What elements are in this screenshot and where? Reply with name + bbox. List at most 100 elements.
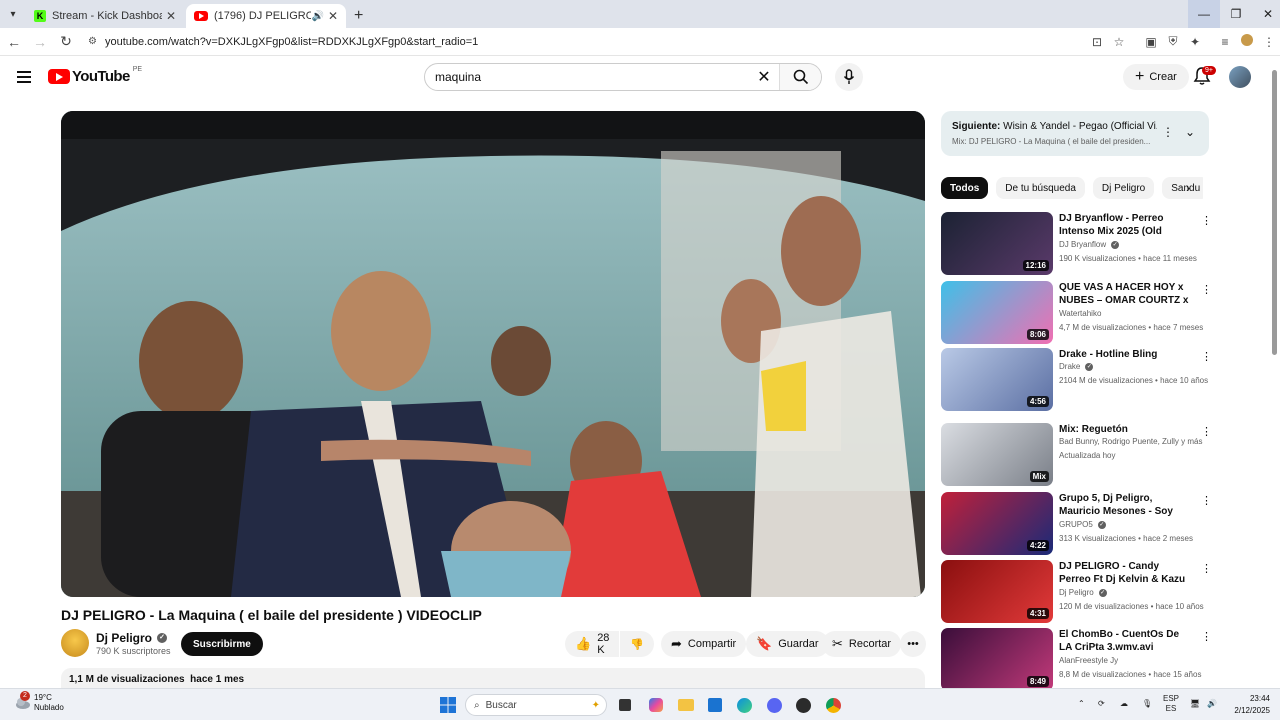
chevron-right-icon[interactable]: › bbox=[1186, 181, 1190, 195]
more-vertical-icon[interactable]: ⋮ bbox=[1162, 125, 1174, 139]
discord-icon[interactable] bbox=[764, 695, 784, 715]
recommendation-title[interactable]: El ChomBo - CuentOs De LA CriPta 3.wmv.a… bbox=[1059, 628, 1191, 654]
onedrive-cloud-icon[interactable]: ☁ bbox=[1120, 699, 1128, 708]
recommendation-title[interactable]: DJ PELIGRO - Candy Perreo Ft Dj Kelvin &… bbox=[1059, 560, 1191, 587]
recommendation-item[interactable]: 8:06 QUE VAS A HACER HOY x NUBES – OMAR C… bbox=[941, 281, 1212, 345]
channel-name-row[interactable]: Dj Peligro ✓ bbox=[96, 631, 168, 645]
start-button[interactable] bbox=[438, 695, 458, 715]
more-vertical-icon[interactable]: ⋮ bbox=[1201, 494, 1212, 507]
youtube-logo[interactable]: YouTube PE bbox=[48, 66, 142, 85]
video-thumbnail[interactable]: 8:49 bbox=[941, 628, 1053, 691]
recommendation-item[interactable]: 4:31 DJ PELIGRO - Candy Perreo Ft Dj Kelv… bbox=[941, 560, 1212, 624]
microphone-tray-icon[interactable]: 🎙 bbox=[1142, 699, 1152, 708]
reading-list-icon[interactable]: ≡ bbox=[1214, 35, 1236, 49]
sync-icon[interactable]: ⟳ bbox=[1098, 699, 1105, 708]
minimize-button[interactable]: — bbox=[1188, 0, 1220, 28]
obs-icon[interactable] bbox=[793, 695, 813, 715]
recommendation-channel[interactable]: Watertahiko bbox=[1059, 309, 1101, 318]
clear-search-icon[interactable]: ✕ bbox=[749, 67, 779, 87]
bookmark-star-icon[interactable]: ☆ bbox=[1108, 35, 1130, 49]
chip-search-related[interactable]: De tu búsqueda bbox=[996, 177, 1085, 199]
video-player[interactable] bbox=[61, 111, 925, 597]
file-explorer-icon[interactable] bbox=[676, 695, 696, 715]
voice-search-button[interactable] bbox=[835, 63, 863, 91]
more-vertical-icon[interactable]: ⋮ bbox=[1201, 425, 1212, 438]
more-vertical-icon[interactable]: ⋮ bbox=[1201, 283, 1212, 296]
chevron-down-icon[interactable]: ⌄ bbox=[1185, 125, 1195, 139]
video-thumbnail[interactable]: 12:16 bbox=[941, 212, 1053, 275]
task-view-icon[interactable] bbox=[615, 695, 635, 715]
back-button[interactable]: ← bbox=[2, 34, 26, 50]
microsoft-store-icon[interactable] bbox=[705, 695, 725, 715]
like-button[interactable]: 👍 28 K bbox=[565, 631, 619, 657]
channel-name[interactable]: Dj Peligro bbox=[96, 631, 152, 645]
tab-kick-dashboard[interactable]: K Stream - Kick Dashboard ✕ bbox=[26, 4, 184, 28]
speaker-icon[interactable]: 🔊 bbox=[311, 11, 323, 22]
scrollbar-thumb[interactable] bbox=[1272, 70, 1277, 355]
video-thumbnail[interactable]: 8:06 bbox=[941, 281, 1053, 344]
recommendation-channel[interactable]: Dj Peligro bbox=[1059, 588, 1094, 597]
clip-button[interactable]: ✂ Recortar bbox=[822, 631, 902, 657]
puzzle-extensions-icon[interactable]: ✦ bbox=[1184, 35, 1206, 49]
search-input[interactable]: maquina bbox=[425, 70, 749, 84]
close-tab-icon[interactable]: ✕ bbox=[166, 9, 176, 23]
share-button[interactable]: ➦ Compartir bbox=[661, 631, 747, 657]
more-vertical-icon[interactable]: ⋮ bbox=[1201, 562, 1212, 575]
tab-youtube-video[interactable]: (1796) DJ PELIGRO - La Ma 🔊 ✕ bbox=[186, 4, 346, 28]
close-tab-icon[interactable]: ✕ bbox=[328, 9, 338, 23]
recommendation-title[interactable]: QUE VAS A HACER HOY x NUBES – OMAR COURT… bbox=[1059, 281, 1191, 308]
chip-sandu[interactable]: Sandu bbox=[1162, 177, 1203, 199]
menu-icon[interactable] bbox=[17, 71, 31, 86]
page-scrollbar[interactable] bbox=[1271, 62, 1278, 682]
more-vertical-icon[interactable]: ⋮ bbox=[1201, 630, 1212, 643]
restore-button[interactable]: ❐ bbox=[1220, 0, 1252, 28]
recommendation-title[interactable]: Mix: Reguetón bbox=[1059, 423, 1191, 436]
recommendation-title[interactable]: DJ Bryanflow - Perreo Intenso Mix 2025 (… bbox=[1059, 212, 1191, 239]
recommendation-channel[interactable]: AlanFreestyle Jy bbox=[1059, 656, 1118, 665]
video-thumbnail[interactable]: 4:31 bbox=[941, 560, 1053, 623]
profile-avatar-icon[interactable] bbox=[1236, 34, 1258, 49]
search-button[interactable] bbox=[779, 64, 821, 90]
subscribe-button[interactable]: Suscribirme bbox=[181, 632, 263, 656]
recommendation-item[interactable]: Mix Mix: Reguetón Bad Bunny, Rodrigo Puent… bbox=[941, 423, 1212, 487]
recommendation-channel[interactable]: GRUPO5 bbox=[1059, 520, 1093, 529]
chip-todos[interactable]: Todos bbox=[941, 177, 989, 199]
account-avatar[interactable] bbox=[1229, 66, 1251, 88]
site-info-icon[interactable]: ⚙ bbox=[88, 36, 97, 47]
weather-widget[interactable]: 2 19°C Nublado bbox=[14, 691, 64, 713]
recommendation-item[interactable]: 4:22 Grupo 5, Dj Peligro, Mauricio Mesone… bbox=[941, 492, 1212, 556]
more-vertical-icon[interactable]: ⋮ bbox=[1201, 214, 1212, 227]
recommendation-title[interactable]: Drake - Hotline Bling bbox=[1059, 348, 1191, 361]
install-app-icon[interactable]: ⊡ bbox=[1086, 35, 1108, 49]
shield-extension-icon[interactable]: ⛨ bbox=[1162, 34, 1184, 49]
search-box[interactable]: maquina ✕ bbox=[424, 63, 822, 91]
show-hidden-icons-icon[interactable]: ⌃ bbox=[1078, 699, 1085, 708]
recommendation-channel[interactable]: Bad Bunny, Rodrigo Puente, Zully y más bbox=[1059, 437, 1202, 446]
network-icon[interactable]: 🖥 bbox=[1190, 699, 1200, 708]
recommendation-channel[interactable]: Drake bbox=[1059, 362, 1080, 371]
more-vertical-icon[interactable]: ⋮ bbox=[1201, 350, 1212, 363]
edge-browser-icon[interactable] bbox=[734, 695, 754, 715]
create-button[interactable]: + Crear bbox=[1123, 64, 1189, 90]
reload-button[interactable]: ↻ bbox=[54, 33, 78, 50]
system-clock[interactable]: 23:44 2/12/2025 bbox=[1226, 693, 1270, 717]
recommendation-title[interactable]: Grupo 5, Dj Peligro, Mauricio Mesones - … bbox=[1059, 492, 1191, 519]
language-indicator[interactable]: ESP ES bbox=[1163, 694, 1179, 714]
close-window-button[interactable]: ✕ bbox=[1252, 0, 1280, 28]
video-thumbnail[interactable]: Mix bbox=[941, 423, 1053, 486]
browser-menu-icon[interactable]: ⋮ bbox=[1258, 35, 1280, 49]
tab-search-button[interactable]: ▾ bbox=[0, 0, 26, 28]
volume-icon[interactable]: 🔊 bbox=[1207, 699, 1217, 708]
video-thumbnail[interactable]: 4:22 bbox=[941, 492, 1053, 555]
playlist-next-panel[interactable]: Siguiente: Wisin & Yandel - Pegao (Offic… bbox=[941, 111, 1209, 156]
recommendation-item[interactable]: 8:49 El ChomBo - CuentOs De LA CriPta 3.w… bbox=[941, 628, 1212, 692]
chip-dj-peligro[interactable]: Dj Peligro bbox=[1092, 177, 1155, 199]
recommendation-channel[interactable]: DJ Bryanflow bbox=[1059, 240, 1106, 249]
new-tab-button[interactable]: + bbox=[354, 4, 363, 28]
save-button[interactable]: 🔖 Guardar bbox=[746, 631, 829, 657]
recommendation-item[interactable]: 12:16 DJ Bryanflow - Perreo Intenso Mix 2… bbox=[941, 212, 1212, 276]
extension-icon[interactable]: ▣ bbox=[1140, 35, 1162, 49]
chrome-icon[interactable] bbox=[823, 695, 843, 715]
url-field[interactable]: ⚙ youtube.com/watch?v=DXKJLgXFgp0&list=R… bbox=[88, 36, 1086, 48]
more-actions-button[interactable]: ••• bbox=[900, 631, 926, 657]
